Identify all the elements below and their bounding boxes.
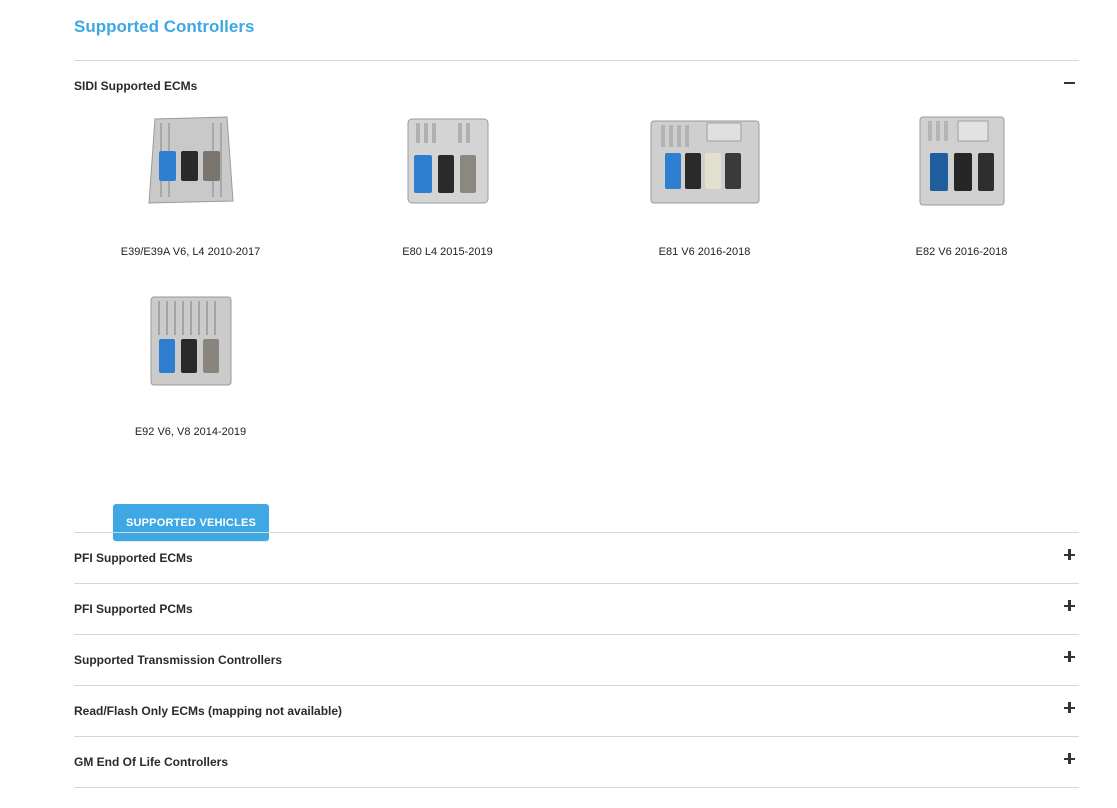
section-pfi-pcms: PFI Supported PCMs [74, 583, 1079, 634]
section-read-flash-only: Read/Flash Only ECMs (mapping not availa… [74, 685, 1079, 736]
section-header-end-of-life[interactable]: GM End Of Life Controllers [74, 737, 1079, 787]
ecm-module-image [407, 118, 488, 204]
plus-icon[interactable] [1064, 600, 1075, 611]
section-header-pfi-ecms[interactable]: PFI Supported ECMs [74, 533, 1079, 583]
ecm-label: E39/E39A V6, L4 2010-2017 [120, 246, 261, 258]
ecm-card-e39[interactable]: E39/E39A V6, L4 2010-2017 [74, 111, 307, 258]
plus-icon[interactable] [1064, 651, 1075, 662]
section-header-read-flash-only[interactable]: Read/Flash Only ECMs (mapping not availa… [74, 686, 1079, 736]
section-pfi-ecms: PFI Supported ECMs [74, 532, 1079, 583]
ecm-module-image [150, 296, 231, 386]
section-sidi-ecms: SIDI Supported ECMs E39/E39A V6, L4 2010… [74, 60, 1079, 541]
ecm-card-e81[interactable]: E81 V6 2016-2018 [588, 111, 821, 258]
section-title: Supported Transmission Controllers [74, 653, 283, 667]
ecm-grid: E39/E39A V6, L4 2010-2017 E80 L4 2015-20… [74, 111, 1079, 541]
section-title: PFI Supported ECMs [74, 551, 193, 565]
ecm-label: E80 L4 2015-2019 [402, 246, 493, 258]
ecm-module-image [650, 120, 759, 204]
ecm-card-e82[interactable]: E82 V6 2016-2018 [845, 111, 1078, 258]
page-title: Supported Controllers [74, 17, 255, 36]
section-title: PFI Supported PCMs [74, 602, 193, 616]
section-title: Read/Flash Only ECMs (mapping not availa… [74, 704, 343, 718]
ecm-label: E92 V6, V8 2014-2019 [134, 426, 247, 438]
ecm-label: E81 V6 2016-2018 [658, 246, 751, 258]
ecm-label: E82 V6 2016-2018 [915, 246, 1008, 258]
minus-icon[interactable] [1064, 77, 1075, 88]
section-title: SIDI Supported ECMs [74, 79, 198, 93]
ecm-module-image [147, 116, 234, 204]
section-header-transmission-controllers[interactable]: Supported Transmission Controllers [74, 635, 1079, 685]
plus-icon[interactable] [1064, 549, 1075, 560]
section-title: GM End Of Life Controllers [74, 755, 229, 769]
ecm-module-image [919, 116, 1004, 206]
ecm-card-e80[interactable]: E80 L4 2015-2019 [331, 111, 564, 258]
plus-icon[interactable] [1064, 753, 1075, 764]
section-transmission-controllers: Supported Transmission Controllers [74, 634, 1079, 685]
section-header-sidi-ecms[interactable]: SIDI Supported ECMs [74, 61, 1079, 111]
ecm-card-e92[interactable]: E92 V6, V8 2014-2019 [74, 291, 307, 438]
bottom-divider [74, 787, 1079, 788]
section-header-pfi-pcms[interactable]: PFI Supported PCMs [74, 584, 1079, 634]
plus-icon[interactable] [1064, 702, 1075, 713]
section-end-of-life: GM End Of Life Controllers [74, 736, 1079, 787]
